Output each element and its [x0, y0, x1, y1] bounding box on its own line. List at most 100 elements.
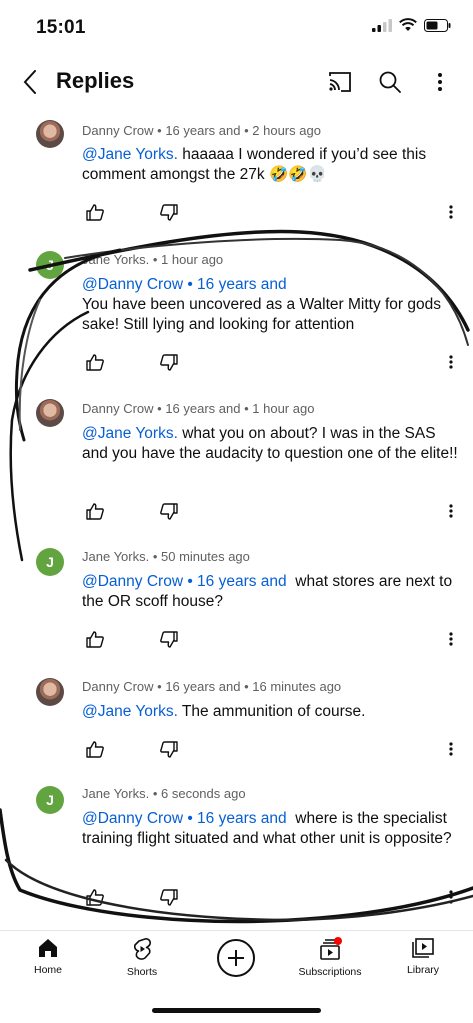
thumbs-up-icon — [86, 740, 104, 758]
cast-button[interactable] — [322, 64, 358, 100]
dislike-button[interactable] — [156, 349, 182, 375]
comment-author[interactable]: Jane Yorks. — [82, 549, 149, 564]
comment-body: The ammunition of course. — [181, 703, 366, 720]
nav-library[interactable]: Library — [378, 937, 468, 976]
thumbs-up-icon — [86, 353, 104, 371]
comment-meta: Jane Yorks. • 6 seconds ago — [82, 786, 246, 801]
search-button[interactable] — [372, 64, 408, 100]
more-vertical-icon — [449, 504, 453, 518]
more-vertical-icon — [449, 742, 453, 756]
comment-author[interactable]: Jane Yorks. — [82, 252, 149, 267]
comment-meta: Danny Crow • 16 years and • 2 hours ago — [82, 123, 321, 138]
avatar[interactable]: J — [36, 251, 64, 279]
mention-link[interactable]: @Danny Crow • 16 years and — [82, 810, 287, 827]
like-button[interactable] — [82, 199, 108, 225]
status-icons — [372, 18, 451, 32]
comment-meta: Danny Crow • 16 years and • 16 minutes a… — [82, 679, 342, 694]
comment-more-button[interactable] — [441, 199, 461, 225]
comment-actions — [82, 199, 182, 225]
comment-more-button[interactable] — [441, 884, 461, 910]
comment-author[interactable]: Danny Crow — [82, 401, 154, 416]
comment: Danny Crow • 16 years and • 2 hours ago … — [0, 110, 473, 240]
comment-meta: Danny Crow • 16 years and • 1 hour ago — [82, 401, 315, 416]
back-button[interactable] — [12, 64, 48, 100]
nav-home[interactable]: Home — [3, 937, 93, 976]
library-icon — [412, 938, 434, 958]
comment-tenure: 16 years and — [165, 679, 241, 694]
comment: J Jane Yorks. • 1 hour ago @Danny Crow •… — [0, 240, 473, 389]
comment-text: @Jane Yorks. haaaaa I wondered if you’d … — [82, 145, 460, 185]
like-button[interactable] — [82, 736, 108, 762]
comment-text: @Danny Crow • 16 years and where is the … — [82, 809, 460, 849]
nav-shorts[interactable]: Shorts — [97, 937, 187, 978]
mention-link[interactable]: @Jane Yorks. — [82, 425, 178, 442]
thumbs-up-icon — [86, 502, 104, 520]
create-button[interactable] — [217, 939, 255, 977]
comment: J Jane Yorks. • 50 minutes ago @Danny Cr… — [0, 538, 473, 667]
mention-link[interactable]: @Danny Crow • 16 years and — [82, 275, 460, 295]
like-button[interactable] — [82, 884, 108, 910]
comment-time: 2 hours ago — [252, 123, 321, 138]
dislike-button[interactable] — [156, 498, 182, 524]
comment-tenure: 16 years and — [165, 401, 241, 416]
cast-icon — [329, 72, 351, 92]
comment-actions — [82, 626, 182, 652]
mention-link[interactable]: @Danny Crow • 16 years and — [82, 573, 287, 590]
wifi-icon — [399, 18, 417, 31]
nav-subscriptions[interactable]: Subscriptions — [285, 937, 375, 978]
search-icon — [379, 71, 401, 93]
status-time: 15:01 — [36, 17, 86, 38]
replies-thread: Danny Crow • 16 years and • 2 hours ago … — [0, 110, 473, 916]
avatar[interactable]: J — [36, 548, 64, 576]
more-options-button[interactable] — [422, 64, 458, 100]
comment-text: @Danny Crow • 16 years and what stores a… — [82, 572, 460, 612]
like-button[interactable] — [82, 626, 108, 652]
comment-body: You have been uncovered as a Walter Mitt… — [82, 296, 442, 333]
mention-link[interactable]: @Jane Yorks. — [82, 146, 178, 163]
comment-author[interactable]: Danny Crow — [82, 123, 154, 138]
thumbs-down-icon — [160, 203, 178, 221]
home-indicator[interactable] — [152, 1008, 321, 1013]
more-vertical-icon — [449, 355, 453, 369]
nav-label-shorts: Shorts — [126, 966, 158, 978]
chevron-left-icon — [23, 70, 36, 94]
battery-icon — [424, 18, 451, 32]
comment-more-button[interactable] — [441, 349, 461, 375]
page-title: Replies — [56, 68, 135, 93]
comment-tenure: 16 years and — [165, 123, 241, 138]
dislike-button[interactable] — [156, 884, 182, 910]
thumbs-down-icon — [160, 630, 178, 648]
mention-link[interactable]: @Jane Yorks. — [82, 703, 178, 720]
comment: J Jane Yorks. • 6 seconds ago @Danny Cro… — [0, 776, 473, 916]
comment-author[interactable]: Jane Yorks. — [82, 786, 149, 801]
comment-time: 6 seconds ago — [161, 786, 246, 801]
status-bar: 15:01 — [0, 0, 473, 54]
comment-text: @Jane Yorks. The ammunition of course. — [82, 702, 460, 722]
plus-icon — [228, 950, 244, 966]
comment-more-button[interactable] — [441, 498, 461, 524]
dislike-button[interactable] — [156, 626, 182, 652]
more-vertical-icon — [449, 205, 453, 219]
like-button[interactable] — [82, 498, 108, 524]
more-vertical-icon — [449, 632, 453, 646]
dislike-button[interactable] — [156, 736, 182, 762]
comment-time: 1 hour ago — [252, 401, 315, 416]
comment-text: @Danny Crow • 16 years and You have been… — [82, 275, 460, 335]
avatar[interactable] — [36, 399, 64, 427]
comment-more-button[interactable] — [441, 736, 461, 762]
shorts-icon — [133, 938, 151, 960]
home-icon — [39, 939, 57, 957]
like-button[interactable] — [82, 349, 108, 375]
avatar[interactable]: J — [36, 786, 64, 814]
signal-icon — [372, 18, 392, 32]
comment-actions — [82, 349, 182, 375]
comment-more-button[interactable] — [441, 626, 461, 652]
comment-author[interactable]: Danny Crow — [82, 679, 154, 694]
comment-actions — [82, 884, 182, 910]
avatar[interactable] — [36, 678, 64, 706]
avatar[interactable] — [36, 120, 64, 148]
dislike-button[interactable] — [156, 199, 182, 225]
comment: Danny Crow • 16 years and • 16 minutes a… — [0, 667, 473, 776]
thumbs-up-icon — [86, 888, 104, 906]
thumbs-down-icon — [160, 740, 178, 758]
